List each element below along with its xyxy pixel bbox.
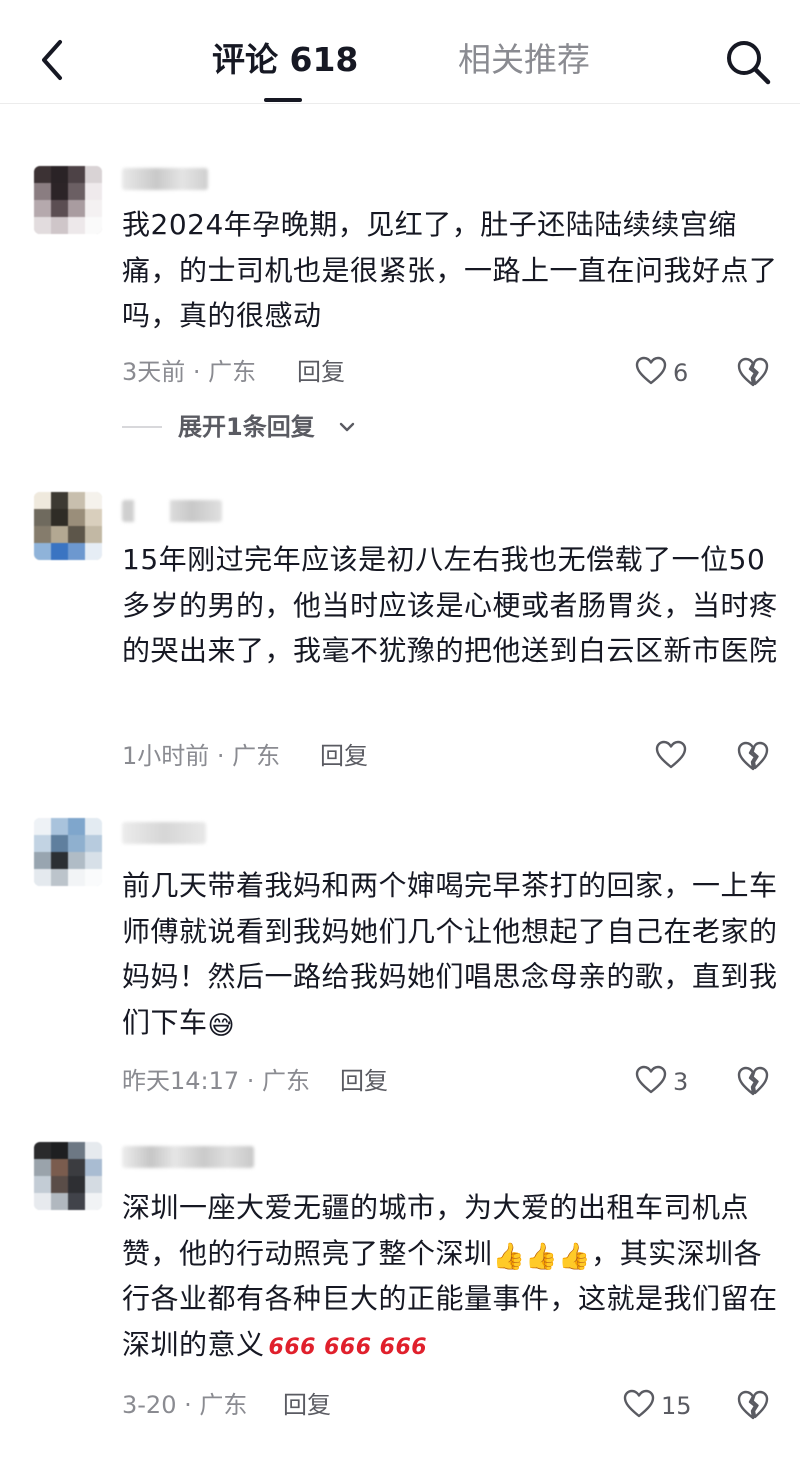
back-arrow-icon (42, 40, 62, 80)
comment-meta: 1小时前 · 广东 (122, 742, 281, 770)
broken-heart-icon (737, 1390, 769, 1420)
broken-heart-icon (737, 357, 769, 387)
username-redacted[interactable] (122, 822, 206, 844)
like-button[interactable] (655, 738, 691, 778)
heart-icon (635, 1065, 667, 1094)
dislike-button[interactable] (736, 1065, 772, 1101)
expand-replies-label: 展开1条回复 (178, 413, 315, 441)
like-count: 6 (673, 359, 689, 387)
expand-replies-button[interactable]: 展开1条回复 (122, 410, 372, 444)
search-button[interactable] (722, 36, 774, 88)
heart-icon (635, 356, 667, 385)
back-button[interactable] (34, 36, 74, 84)
like-button[interactable]: 15 (623, 1387, 695, 1427)
comment-text: 15年刚过完年应该是初八左右我也无偿载了一位50多岁的男的，他当时应该是心梗或者… (122, 543, 778, 667)
like-button[interactable]: 3 (635, 1063, 695, 1103)
like-button[interactable]: 6 (635, 354, 695, 394)
divider-line (122, 426, 162, 428)
comment-meta: 3-20 · 广东 (122, 1391, 248, 1419)
tab-comments[interactable]: 评论 618 (212, 38, 358, 82)
reply-button[interactable]: 回复 (283, 1389, 331, 1421)
chevron-down-icon (339, 422, 355, 432)
comment-meta: 昨天14:17 · 广东 (122, 1067, 311, 1095)
username-redacted[interactable] (122, 1146, 254, 1168)
broken-heart-icon (737, 1066, 769, 1096)
avatar[interactable] (34, 492, 102, 560)
avatar[interactable] (34, 166, 102, 234)
thumbs-up-emoji: 👍👍👍 (492, 1241, 592, 1272)
dislike-button[interactable] (736, 356, 772, 392)
emoji-666: 666 666 666 (268, 1334, 428, 1360)
comment-text: 深圳一座大爱无疆的城市，为大爱的出租车司机点赞，他的行动照亮了整个深圳👍👍👍，其… (122, 1185, 782, 1370)
like-count: 3 (673, 1068, 689, 1096)
top-bar: 评论 618 相关推荐 (0, 0, 800, 104)
avatar[interactable] (34, 1142, 102, 1210)
reply-button[interactable]: 回复 (297, 356, 345, 388)
dislike-button[interactable] (736, 740, 772, 776)
tab-related-recommendations[interactable]: 相关推荐 (458, 38, 590, 82)
active-tab-indicator (264, 98, 302, 102)
comment-text: 前几天带着我妈和两个婶喝完早茶打的回家，一上车师傅就说看到我妈她们几个让他想起了… (122, 863, 782, 1045)
search-icon (727, 41, 771, 85)
reply-button[interactable]: 回复 (340, 1065, 388, 1097)
username-redacted[interactable] (122, 500, 222, 522)
comment-meta: 3天前 · 广东 (122, 358, 257, 386)
heart-icon (623, 1389, 655, 1418)
username-redacted[interactable] (122, 168, 208, 190)
heart-icon (655, 740, 687, 769)
like-count: 15 (661, 1392, 692, 1420)
avatar[interactable] (34, 818, 102, 886)
reply-button[interactable]: 回复 (320, 740, 368, 772)
grinning-sweat-emoji: 😅 (207, 1010, 236, 1041)
comment-text: 我2024年孕晚期，见红了，肚子还陆陆续续宫缩痛，的士司机也是很紧张，一路上一直… (122, 208, 778, 332)
dislike-button[interactable] (736, 1389, 772, 1425)
broken-heart-icon (737, 741, 769, 771)
